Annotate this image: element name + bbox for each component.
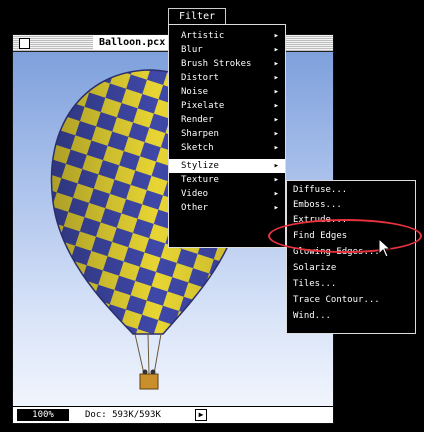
- submenu-item-tiles[interactable]: Tiles...: [293, 277, 336, 291]
- mouse-pointer-icon: [378, 238, 392, 258]
- menu-item-noise[interactable]: Noise ▸: [169, 85, 285, 99]
- menu-item-label: Texture: [181, 175, 219, 185]
- menu-item-label: Render: [181, 115, 214, 125]
- submenu-arrow-icon: ▸: [273, 203, 279, 213]
- menu-item-texture[interactable]: Texture ▸: [169, 173, 285, 187]
- menu-item-label: Other: [181, 203, 209, 213]
- submenu-item-diffuse[interactable]: Diffuse...: [293, 183, 347, 197]
- document-title: Balloon.pcx: [93, 35, 172, 50]
- menu-item-label: Artistic: [181, 31, 225, 41]
- close-box-icon[interactable]: [19, 38, 30, 49]
- menu-item-blur[interactable]: Blur ▸: [169, 43, 285, 57]
- menu-item-sharpen[interactable]: Sharpen ▸: [169, 127, 285, 141]
- menu-item-stylize[interactable]: Stylize ▸: [169, 159, 285, 173]
- menu-item-label: Blur: [181, 45, 203, 55]
- submenu-arrow-icon: ▸: [273, 129, 279, 139]
- menu-item-label: Video: [181, 189, 209, 199]
- submenu-item-solarize[interactable]: Solarize: [293, 261, 336, 275]
- submenu-arrow-icon: ▸: [273, 31, 279, 41]
- submenu-item-wind[interactable]: Wind...: [293, 309, 331, 323]
- stylize-submenu: Diffuse... Emboss... Extrude... Find Edg…: [286, 180, 416, 334]
- submenu-arrow-icon: ▸: [273, 73, 279, 83]
- submenu-arrow-icon: ▸: [273, 115, 279, 125]
- find-edges-highlight-ring: [268, 219, 422, 253]
- submenu-item-emboss[interactable]: Emboss...: [293, 198, 342, 212]
- menu-item-other[interactable]: Other ▸: [169, 201, 285, 215]
- submenu-arrow-icon: ▸: [273, 59, 279, 69]
- menu-item-label: Sharpen: [181, 129, 219, 139]
- menu-item-video[interactable]: Video ▸: [169, 187, 285, 201]
- status-popup-arrow-icon[interactable]: ▶: [195, 409, 207, 421]
- submenu-arrow-icon: ▸: [273, 101, 279, 111]
- submenu-arrow-icon: ▸: [273, 143, 279, 153]
- zoom-level[interactable]: 100%: [17, 409, 69, 421]
- menu-item-sketch[interactable]: Sketch ▸: [169, 141, 285, 155]
- document-size-info: Doc: 593K/593K: [85, 410, 161, 420]
- menu-item-distort[interactable]: Distort ▸: [169, 71, 285, 85]
- menu-item-label: Distort: [181, 73, 219, 83]
- submenu-item-trace-contour[interactable]: Trace Contour...: [293, 293, 380, 307]
- submenu-arrow-icon: ▸: [273, 161, 279, 171]
- balloon-ropes: [134, 333, 162, 375]
- menu-item-artistic[interactable]: Artistic ▸: [169, 29, 285, 43]
- menu-item-brush-strokes[interactable]: Brush Strokes ▸: [169, 57, 285, 71]
- filter-menu: Artistic ▸ Blur ▸ Brush Strokes ▸ Distort ▸ …: [168, 24, 286, 248]
- submenu-arrow-icon: ▸: [273, 87, 279, 97]
- menu-item-pixelate[interactable]: Pixelate ▸: [169, 99, 285, 113]
- menu-item-label: Stylize: [181, 161, 219, 171]
- menu-item-label: Brush Strokes: [181, 59, 252, 69]
- status-bar: 100% Doc: 593K/593K ▶: [13, 406, 333, 423]
- menu-item-label: Sketch: [181, 143, 214, 153]
- submenu-arrow-icon: ▸: [273, 189, 279, 199]
- menu-item-label: Pixelate: [181, 101, 225, 111]
- submenu-arrow-icon: ▸: [273, 45, 279, 55]
- menu-item-label: Noise: [181, 87, 209, 97]
- menu-item-render[interactable]: Render ▸: [169, 113, 285, 127]
- submenu-arrow-icon: ▸: [273, 175, 279, 185]
